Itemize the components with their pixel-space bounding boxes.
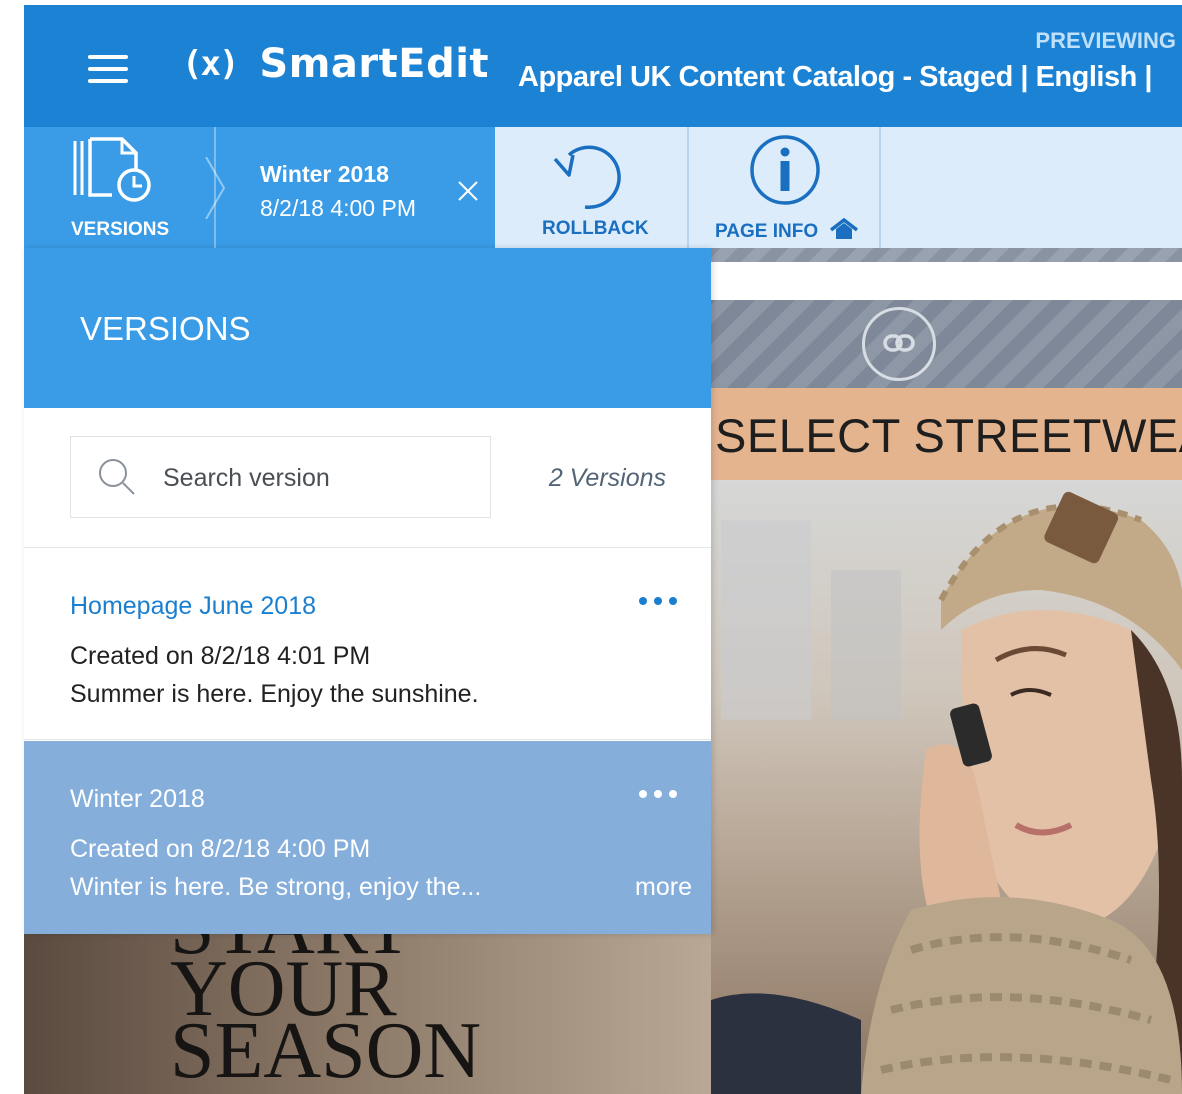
version-name[interactable]: Winter 2018 [70, 785, 205, 814]
home-icon [830, 217, 859, 239]
versions-panel-header: VERSIONS [24, 248, 711, 408]
ellipsis-icon[interactable] [639, 592, 689, 614]
app-header: (x) SmartEdit PREVIEWING Apparel UK Cont… [24, 5, 1182, 127]
catalog-title[interactable]: Apparel UK Content Catalog - Staged | En… [518, 61, 1152, 94]
document-clock-icon [73, 137, 151, 202]
ellipsis-icon[interactable] [639, 785, 689, 807]
banner-text: SELECT STREETWEAR [715, 409, 1182, 462]
search-version-box[interactable] [70, 436, 491, 518]
version-description: Winter is here. Be strong, enjoy the... [70, 873, 482, 901]
hero-photo-left: START YOUR SEASON [24, 934, 711, 1094]
more-link[interactable]: more [635, 873, 692, 902]
version-item[interactable]: Homepage June 2018 Created on 8/2/18 4:0… [24, 548, 711, 740]
versions-panel-title: VERSIONS [80, 310, 251, 347]
current-version-name: Winter 2018 [260, 161, 389, 187]
smartedit-logo-icon: (x) [182, 44, 239, 84]
preview-band [711, 262, 1182, 300]
close-icon[interactable] [454, 177, 482, 205]
version-created-date: Created on 8/2/18 4:00 PM [70, 835, 371, 863]
hamburger-icon[interactable] [88, 55, 128, 85]
app-logo: (x) SmartEdit [182, 41, 489, 87]
hero-headline[interactable]: START YOUR SEASON [170, 934, 482, 1094]
rollback-label: ROLLBACK [542, 218, 649, 239]
model-photo-illustration [711, 491, 1182, 1094]
page-info-text: PAGE INFO [715, 221, 819, 242]
version-name[interactable]: Homepage June 2018 [70, 592, 316, 621]
streetwear-banner[interactable]: SELECT STREETWEAR [711, 388, 1182, 480]
version-item-selected[interactable]: Winter 2018 Created on 8/2/18 4:00 PM Wi… [24, 741, 711, 934]
versions-toolbar-section: VERSIONS Winter 2018 8/2/18 4:00 PM [24, 127, 495, 248]
link-icon[interactable] [862, 307, 936, 381]
search-version-input[interactable] [163, 459, 473, 497]
hero-photo [711, 480, 1182, 1094]
chevron-right-icon [205, 157, 226, 219]
version-created-date: Created on 8/2/18 4:01 PM [70, 642, 371, 670]
page-info-label: PAGE INFO [715, 217, 859, 243]
current-version-date: 8/2/18 4:00 PM [260, 195, 416, 221]
search-icon [99, 459, 135, 495]
app-name: SmartEdit [259, 41, 490, 87]
page-info-button[interactable]: PAGE INFO [689, 127, 881, 248]
version-count: 2 Versions [548, 464, 666, 492]
versions-button-label: VERSIONS [71, 219, 170, 240]
versions-button[interactable]: VERSIONS [24, 127, 216, 248]
info-circle-icon [750, 135, 820, 205]
rollback-button[interactable]: ROLLBACK [495, 127, 689, 248]
versions-panel: VERSIONS 2 Versions Homepage June 2018 C… [24, 248, 711, 934]
undo-circle-icon [553, 145, 621, 210]
version-description: Summer is here. Enjoy the sunshine. [70, 680, 479, 708]
toolbar: VERSIONS Winter 2018 8/2/18 4:00 PM ROLL… [24, 127, 1182, 248]
component-stripes [711, 300, 1182, 388]
previewing-label: PREVIEWING [1035, 28, 1176, 53]
hero-line-3: SEASON [170, 1007, 482, 1094]
